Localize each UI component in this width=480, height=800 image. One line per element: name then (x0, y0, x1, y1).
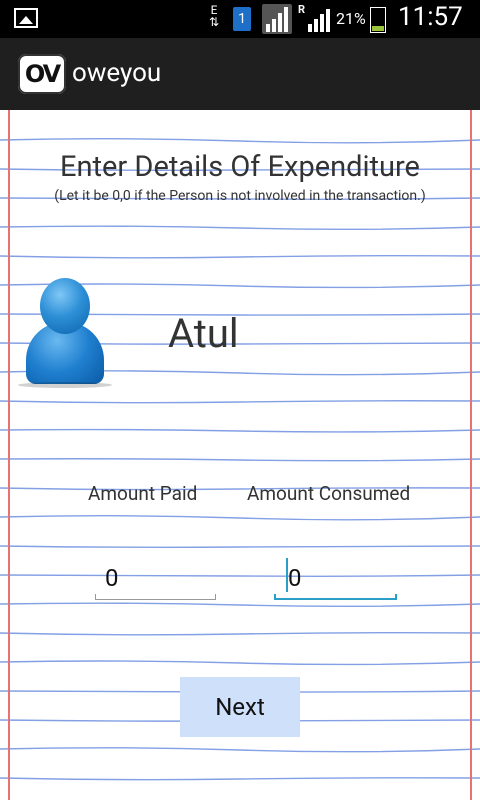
sim-slot-icon: 1 (233, 7, 251, 31)
amount-paid-input[interactable]: 0 (95, 564, 216, 600)
battery-percent: 21% (336, 9, 366, 28)
action-bar: OV oweyou (0, 38, 480, 112)
status-bar: E ⇅ 1 R 21% 11:57 (0, 0, 480, 38)
app-logo-icon[interactable]: OV (18, 54, 66, 94)
page-title: Enter Details Of Expenditure (60, 150, 420, 184)
page-subtitle: (Let it be 0,0 if the Person is not invo… (54, 188, 426, 204)
sim1-signal-icon (262, 4, 292, 34)
person-avatar-icon (18, 278, 112, 390)
network-type-icon: E ⇅ (209, 3, 220, 29)
sim2-signal-icon (308, 9, 330, 32)
right-margin-line (470, 110, 472, 800)
app-logo-text: OV (24, 60, 61, 88)
app-title: oweyou (72, 58, 162, 88)
next-button[interactable]: Next (180, 677, 300, 737)
clock: 11:57 (398, 2, 463, 32)
battery-icon (370, 7, 386, 33)
amount-paid-value: 0 (105, 564, 119, 592)
left-margin-line (8, 110, 10, 800)
person-name: Atul (168, 310, 239, 357)
amount-consumed-value: 0 (288, 564, 302, 592)
amount-paid-label: Amount Paid (88, 482, 198, 505)
amount-consumed-input[interactable]: 0 (274, 558, 397, 600)
amount-consumed-label: Amount Consumed (247, 482, 411, 505)
notebook-paper: Enter Details Of Expenditure (Let it be … (0, 110, 480, 800)
roaming-icon: R (298, 3, 306, 16)
image-notification-icon (14, 8, 38, 28)
